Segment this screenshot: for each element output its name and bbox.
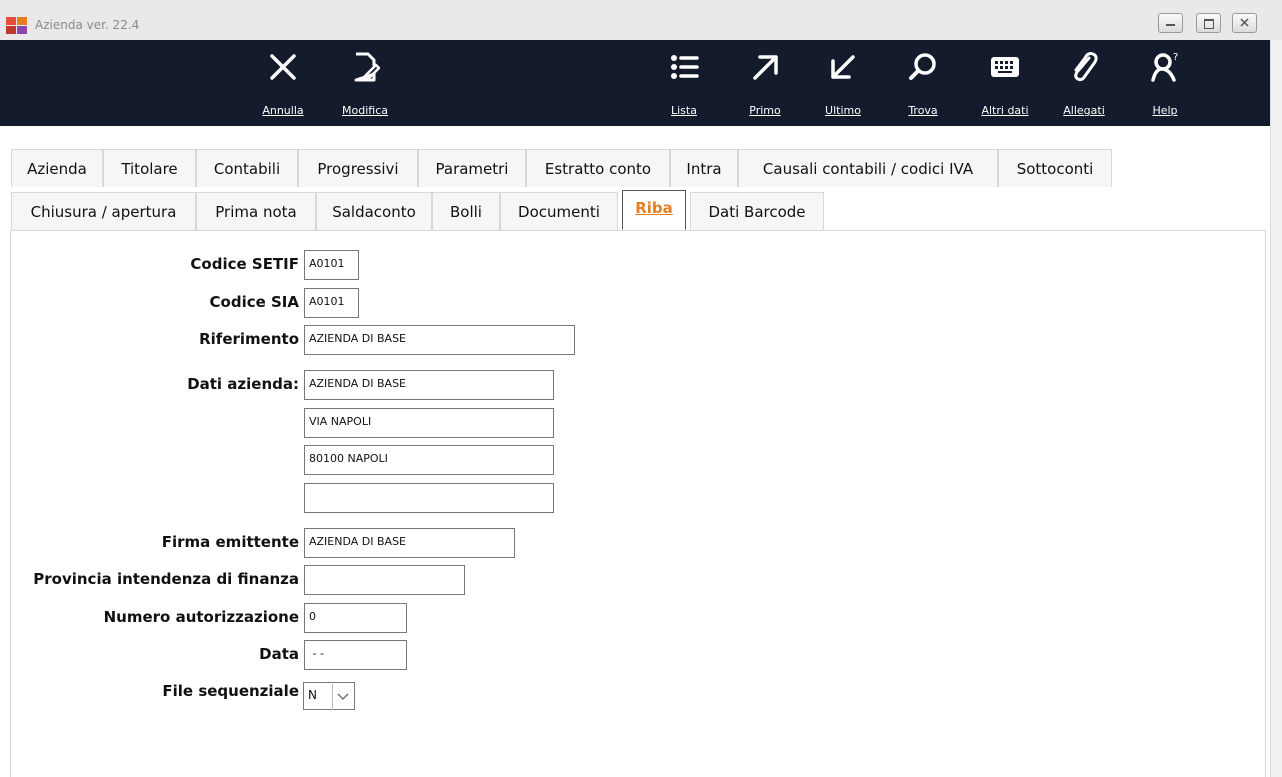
provincia-field[interactable] (304, 565, 465, 595)
annulla-button[interactable]: Annulla (256, 40, 310, 126)
data-label: Data (259, 645, 299, 663)
chevron-down-icon[interactable] (332, 684, 352, 710)
file-sequenziale-value: N (308, 688, 317, 702)
dati-azienda-line-1[interactable]: AZIENDA DI BASE (304, 370, 554, 400)
help-label: Help (1152, 104, 1178, 117)
codice-setif-field[interactable]: A0101 (304, 250, 359, 280)
tab-progressivi[interactable]: Progressivi (298, 149, 418, 187)
arrow-down-left-icon (831, 55, 855, 79)
tab-documenti[interactable]: Documenti (500, 192, 618, 230)
tab-prima-nota[interactable]: Prima nota (196, 192, 316, 230)
tab-dati-barcode[interactable]: Dati Barcode (690, 192, 824, 230)
codice-setif-label: Codice SETIF (190, 255, 299, 273)
codice-sia-label: Codice SIA (209, 293, 299, 311)
tab-contabili[interactable]: Contabili (196, 149, 298, 187)
tab-chiusura-apertura[interactable]: Chiusura / apertura (11, 192, 196, 230)
maximize-button[interactable] (1196, 13, 1221, 33)
annulla-label: Annulla (262, 104, 304, 117)
lista-button[interactable]: Lista (662, 40, 706, 126)
dati-azienda-line-3[interactable]: 80100 NAPOLI (304, 445, 554, 475)
allegati-label: Allegati (1063, 104, 1105, 117)
maximize-icon (1204, 19, 1214, 29)
firma-emittente-label: Firma emittente (161, 533, 299, 551)
provincia-label: Provincia intendenza di finanza (33, 570, 299, 588)
data-field[interactable]: - - (304, 640, 407, 670)
tab-intra[interactable]: Intra (670, 149, 738, 187)
trova-label: Trova (908, 104, 938, 117)
dati-azienda-line-4[interactable] (304, 483, 554, 513)
numero-autorizzazione-label: Numero autorizzazione (103, 608, 299, 626)
search-icon (909, 53, 936, 80)
tab-estratto-conto[interactable]: Estratto conto (526, 149, 670, 187)
altri-dati-label: Altri dati (981, 104, 1029, 117)
tab-saldaconto[interactable]: Saldaconto (316, 192, 432, 230)
riferimento-field[interactable]: AZIENDA DI BASE (304, 325, 575, 355)
dati-azienda-label: Dati azienda: (187, 375, 299, 393)
modifica-label: Modifica (342, 104, 388, 117)
tab-azienda[interactable]: Azienda (11, 149, 103, 187)
arrow-up-right-icon (753, 55, 778, 80)
title-bar: Azienda ver. 22.4 (0, 0, 1282, 41)
close-window-icon (1240, 18, 1249, 27)
allegati-button[interactable]: Allegati (1058, 40, 1110, 126)
file-sequenziale-label: File sequenziale (162, 682, 299, 700)
window-title: Azienda ver. 22.4 (35, 18, 140, 32)
paperclip-icon (1074, 52, 1098, 82)
tab-riba[interactable]: Riba (622, 190, 686, 230)
ultimo-label: Ultimo (825, 104, 861, 117)
close-window-button[interactable] (1232, 13, 1257, 33)
help-person-icon: ? (1151, 52, 1178, 82)
toolbar: Annulla Modifica Lista Primo Ultimo Trov… (0, 40, 1270, 126)
numero-autorizzazione-field[interactable]: 0 (304, 603, 407, 633)
primo-button[interactable]: Primo (742, 40, 788, 126)
svg-text:?: ? (1173, 52, 1178, 63)
modifica-button[interactable]: Modifica (334, 40, 396, 126)
tab-parametri[interactable]: Parametri (418, 149, 526, 187)
tab-titolare[interactable]: Titolare (103, 149, 196, 187)
tab-causali-contabili[interactable]: Causali contabili / codici IVA (738, 149, 998, 187)
tab-sottoconti[interactable]: Sottoconti (998, 149, 1112, 187)
minimize-icon (1166, 24, 1175, 26)
altri-dati-button[interactable]: Altri dati (976, 40, 1034, 126)
riferimento-label: Riferimento (199, 330, 299, 348)
app-logo-icon (6, 17, 28, 35)
codice-sia-field[interactable]: A0101 (304, 288, 359, 318)
lista-label: Lista (671, 104, 697, 117)
tab-bolli[interactable]: Bolli (432, 192, 500, 230)
trova-button[interactable]: Trova (900, 40, 946, 126)
firma-emittente-field[interactable]: AZIENDA DI BASE (304, 528, 515, 558)
minimize-button[interactable] (1158, 13, 1183, 33)
primo-label: Primo (749, 104, 781, 117)
edit-icon (354, 52, 381, 82)
list-icon (671, 55, 699, 79)
close-icon (270, 54, 296, 80)
help-button[interactable]: ? Help (1144, 40, 1186, 126)
application-window: Azienda ver. 22.4 Annulla Modifica Lista… (0, 0, 1282, 777)
dati-azienda-line-2[interactable]: VIA NAPOLI (304, 408, 554, 438)
ultimo-button[interactable]: Ultimo (818, 40, 868, 126)
vertical-scrollbar[interactable] (1270, 40, 1282, 777)
keyboard-icon (991, 57, 1019, 77)
